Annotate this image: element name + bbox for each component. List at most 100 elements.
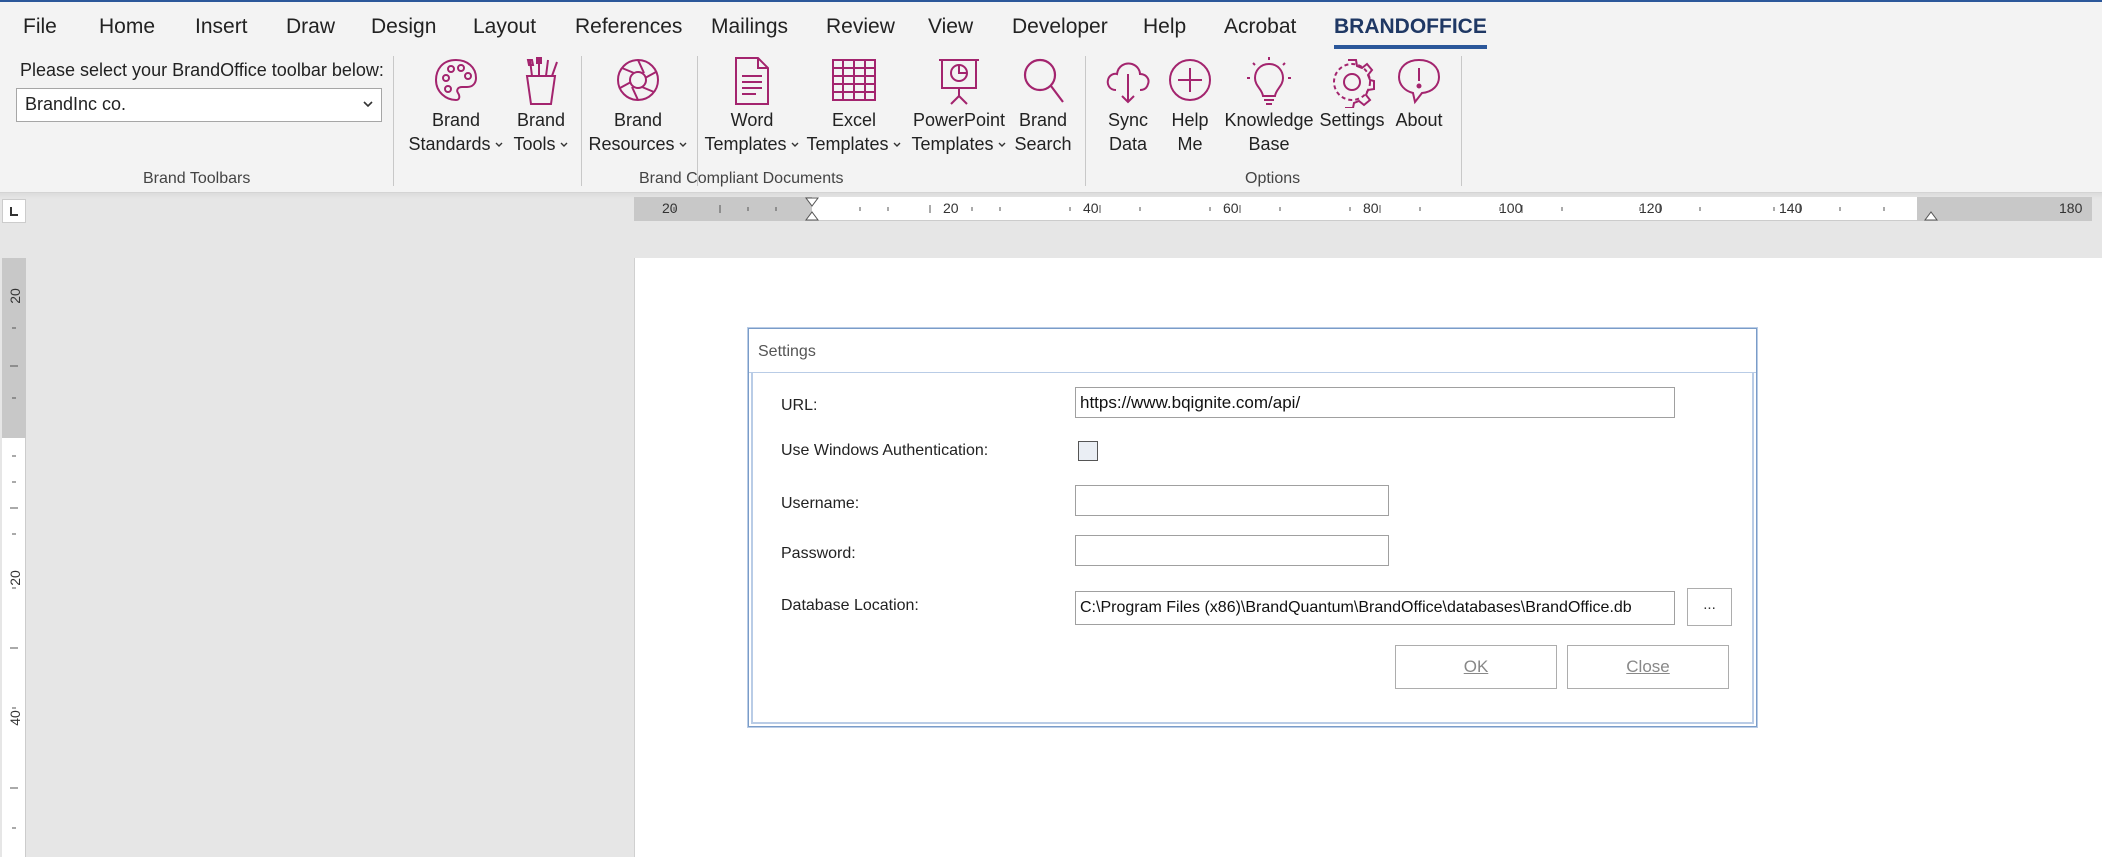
word-templates-button[interactable]: Word Templates — [704, 56, 800, 156]
sync-data-button[interactable]: Sync Data — [1098, 56, 1158, 156]
sync-data-line2: Data — [1108, 134, 1148, 154]
tab-acrobat[interactable]: Acrobat — [1224, 15, 1296, 39]
ruler-label: 40 — [6, 710, 23, 726]
tab-design[interactable]: Design — [371, 15, 436, 39]
chevron-down-icon — [998, 142, 1006, 148]
sync-data-line1: Sync — [1107, 110, 1149, 130]
tab-help[interactable]: Help — [1143, 15, 1186, 39]
group-label-brand-toolbars: Brand Toolbars — [143, 170, 251, 187]
powerpoint-templates-line1: PowerPoint — [912, 110, 1006, 130]
ruler-label: 60 — [1223, 200, 1239, 216]
tab-developer[interactable]: Developer — [1012, 15, 1108, 39]
tab-brandoffice[interactable]: BRANDOFFICE — [1334, 15, 1487, 49]
menu-bar: File Home Insert Draw Design Layout Refe… — [0, 0, 2102, 50]
excel-templates-line2: Templates — [806, 134, 889, 154]
excel-templates-button[interactable]: Excel Templates — [806, 56, 902, 156]
powerpoint-templates-line2: Templates — [911, 134, 994, 154]
brand-search-button[interactable]: Brand Search — [1014, 56, 1072, 156]
tab-draw[interactable]: Draw — [286, 15, 335, 39]
ruler-label: 20 — [943, 200, 959, 216]
exclamation-bubble-icon — [1397, 58, 1441, 105]
password-input[interactable] — [1075, 535, 1389, 566]
plus-circle-icon — [1169, 59, 1211, 101]
brand-standards-button[interactable]: Brand Standards — [408, 56, 504, 156]
tab-mailings[interactable]: Mailings — [711, 15, 788, 39]
settings-button[interactable]: Settings — [1319, 56, 1385, 132]
horizontal-ruler[interactable]: 20 20 40 60 80 100 120 140 180 — [634, 197, 2092, 221]
ok-button[interactable]: OK — [1395, 645, 1557, 689]
knowledge-base-line2: Base — [1248, 134, 1290, 154]
settings-line1: Settings — [1319, 110, 1385, 130]
tab-view[interactable]: View — [928, 15, 973, 39]
help-me-button[interactable]: Help Me — [1165, 56, 1215, 156]
brand-tools-line2: Tools — [513, 134, 556, 154]
help-me-line1: Help — [1171, 110, 1209, 130]
username-label: Username: — [781, 495, 860, 512]
group-label-brand-documents: Brand Compliant Documents — [639, 170, 844, 187]
windows-auth-label: Use Windows Authentication: — [781, 442, 989, 459]
group-separator — [1461, 56, 1462, 186]
brand-resources-line2: Resources — [588, 134, 675, 154]
dialog-title: Settings — [749, 329, 1756, 373]
brand-resources-button[interactable]: Brand Resources — [588, 56, 688, 156]
word-templates-line2: Templates — [704, 134, 787, 154]
ruler-label: 120 — [1639, 200, 1663, 216]
username-input[interactable] — [1075, 485, 1389, 516]
group-separator — [697, 56, 698, 186]
lightbulb-icon — [1247, 57, 1291, 105]
document-icon — [735, 57, 769, 105]
ruler-label: 20 — [662, 200, 678, 216]
chevron-down-icon — [791, 142, 799, 148]
tab-layout[interactable]: Layout — [473, 15, 536, 39]
brand-tools-line1: Brand — [516, 110, 566, 130]
url-label: URL: — [781, 397, 818, 414]
tab-file[interactable]: File — [23, 15, 57, 39]
database-location-input[interactable]: C:\Program Files (x86)\BrandQuantum\Bran… — [1075, 591, 1675, 625]
ruler-label: 20 — [6, 288, 23, 304]
powerpoint-templates-button[interactable]: PowerPoint Templates — [908, 56, 1010, 156]
tab-home[interactable]: Home — [99, 15, 155, 39]
ruler-ticks — [10, 327, 18, 829]
tab-stop-icon — [10, 207, 18, 216]
url-input[interactable]: https://www.bqignite.com/api/ — [1075, 387, 1675, 418]
ribbon: Please select your BrandOffice toolbar b… — [0, 50, 2102, 193]
password-label: Password: — [781, 545, 856, 562]
database-location-label: Database Location: — [781, 597, 919, 614]
brand-search-line1: Brand — [1018, 110, 1068, 130]
ruler-label: 80 — [1363, 200, 1379, 216]
about-line1: About — [1395, 110, 1443, 130]
group-separator — [393, 56, 394, 186]
chevron-down-icon — [495, 142, 503, 148]
tab-insert[interactable]: Insert — [195, 15, 248, 39]
search-icon — [1023, 58, 1064, 103]
gear-icon — [1333, 59, 1375, 108]
ruler-label: 140 — [1779, 200, 1803, 216]
vertical-ruler[interactable]: 20 20 40 — [2, 258, 26, 857]
chevron-down-icon — [363, 101, 373, 108]
tab-references[interactable]: References — [575, 15, 682, 39]
ruler-label: 40 — [1083, 200, 1099, 216]
brand-search-line2: Search — [1014, 134, 1072, 154]
toolbar-select[interactable]: BrandInc co. — [16, 88, 382, 122]
tab-review[interactable]: Review — [826, 15, 895, 39]
knowledge-base-button[interactable]: Knowledge Base — [1222, 56, 1316, 156]
brand-standards-line1: Brand — [431, 110, 481, 130]
spreadsheet-icon — [832, 59, 876, 101]
brand-standards-line2: Standards — [408, 134, 491, 154]
close-button[interactable]: Close — [1567, 645, 1729, 689]
about-button[interactable]: About — [1390, 56, 1448, 132]
aperture-icon — [617, 59, 659, 101]
browse-button[interactable]: ... — [1687, 588, 1732, 626]
knowledge-base-line1: Knowledge — [1224, 110, 1314, 130]
chevron-down-icon — [679, 142, 687, 148]
palette-icon — [434, 58, 478, 102]
tab-stop-selector[interactable] — [2, 199, 26, 223]
help-me-line2: Me — [1177, 134, 1203, 154]
ruler-label: 180 — [2059, 200, 2083, 216]
ruler-label: 20 — [6, 570, 23, 586]
chevron-down-icon — [893, 142, 901, 148]
brand-tools-button[interactable]: Brand Tools — [508, 56, 574, 156]
toolbar-select-value: BrandInc co. — [25, 94, 127, 114]
dialog-body: URL: https://www.bqignite.com/api/ Use W… — [751, 373, 1754, 724]
windows-auth-checkbox[interactable] — [1078, 441, 1098, 461]
